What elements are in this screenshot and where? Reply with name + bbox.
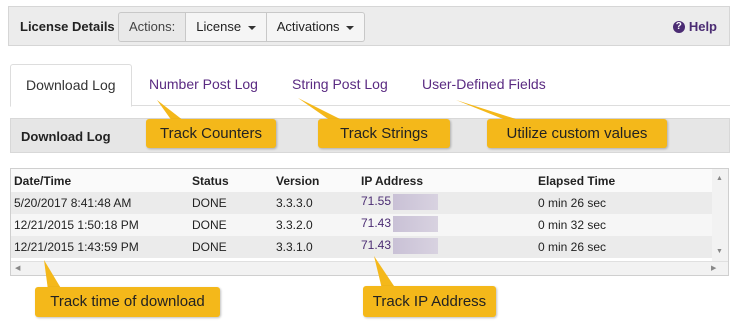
pointer-ip xyxy=(374,256,396,289)
pointer-custom xyxy=(456,100,522,121)
callout-track-strings: Track Strings xyxy=(318,119,450,148)
callout-track-counters: Track Counters xyxy=(146,119,276,148)
pointer-time xyxy=(44,260,62,290)
callout-pointers xyxy=(44,98,522,290)
callout-custom-values: Utilize custom values xyxy=(487,119,667,148)
pointer-strings xyxy=(298,98,344,121)
callout-track-time: Track time of download xyxy=(35,287,220,317)
pointer-counters xyxy=(157,100,184,121)
callout-track-ip: Track IP Address xyxy=(363,286,496,317)
